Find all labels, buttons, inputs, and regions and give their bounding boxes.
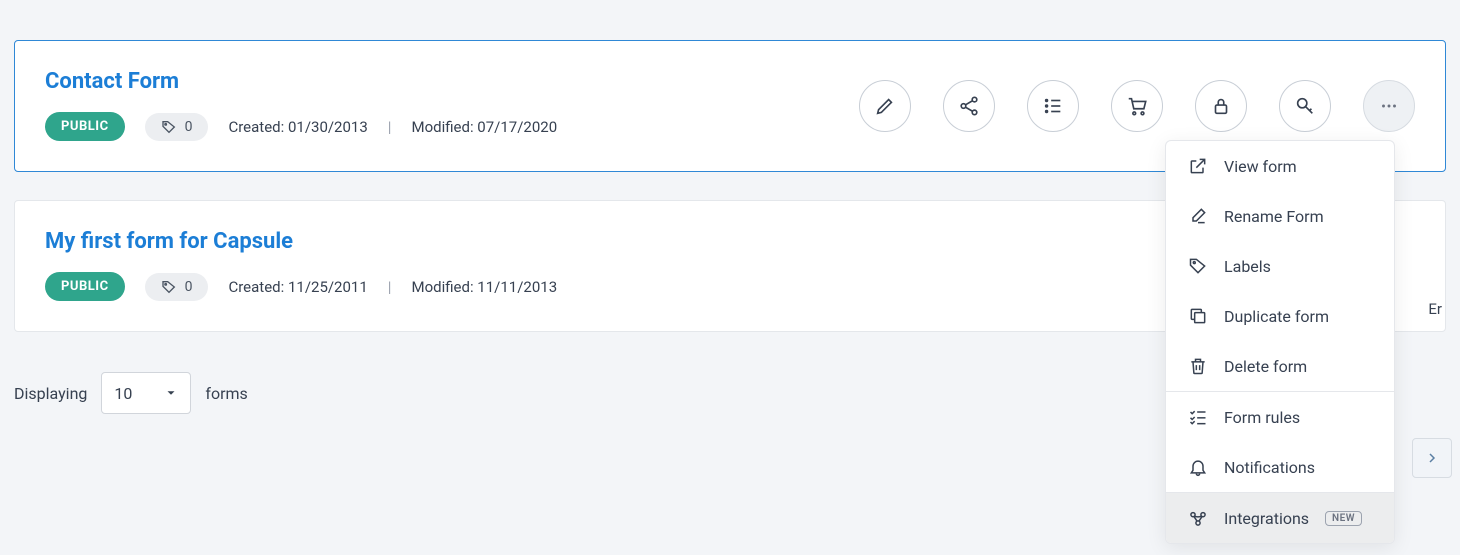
- new-badge: NEW: [1325, 511, 1362, 526]
- modified-date: Modified: 07/17/2020: [411, 118, 557, 136]
- payments-button[interactable]: [1111, 80, 1163, 132]
- external-link-icon: [1188, 156, 1208, 176]
- tag-count-badge[interactable]: 0: [145, 113, 209, 141]
- status-badge: PUBLIC: [45, 112, 125, 141]
- menu-label: Notifications: [1224, 458, 1315, 477]
- menu-label: View form: [1224, 157, 1297, 176]
- security-button[interactable]: [1195, 80, 1247, 132]
- modified-date: Modified: 11/11/2013: [411, 278, 557, 296]
- page-size-select[interactable]: 10: [101, 372, 191, 414]
- edit-icon: [1188, 206, 1208, 226]
- menu-duplicate[interactable]: Duplicate form: [1166, 291, 1394, 341]
- share-button[interactable]: [943, 80, 995, 132]
- more-menu: View form Rename Form Labels Duplicate f…: [1165, 140, 1395, 544]
- list-icon: [1042, 95, 1064, 117]
- duplicate-icon: [1188, 306, 1208, 326]
- menu-integrations[interactable]: Integrations NEW: [1166, 493, 1394, 543]
- status-badge: PUBLIC: [45, 272, 125, 301]
- tag-icon: [161, 119, 177, 135]
- share-icon: [958, 95, 980, 117]
- menu-notifications[interactable]: Notifications: [1166, 442, 1394, 492]
- lock-icon: [1210, 95, 1232, 117]
- page-size-value: 10: [114, 384, 132, 403]
- menu-label: Integrations: [1224, 509, 1309, 528]
- menu-view-form[interactable]: View form: [1166, 141, 1394, 191]
- more-icon: [1378, 95, 1400, 117]
- created-date: Created: 01/30/2013: [228, 118, 367, 136]
- menu-label: Duplicate form: [1224, 307, 1329, 326]
- integrations-icon: [1188, 508, 1208, 528]
- checklist-icon: [1188, 407, 1208, 427]
- edit-button[interactable]: [859, 80, 911, 132]
- menu-delete[interactable]: Delete form: [1166, 341, 1394, 391]
- key-icon: [1294, 95, 1316, 117]
- trash-icon: [1188, 356, 1208, 376]
- menu-label: Form rules: [1224, 408, 1300, 427]
- caret-down-icon: [164, 386, 178, 400]
- tag-count: 0: [185, 279, 193, 295]
- search-button[interactable]: [1279, 80, 1331, 132]
- displaying-label: Displaying: [14, 384, 87, 403]
- forms-label: forms: [205, 384, 247, 403]
- menu-label: Rename Form: [1224, 207, 1324, 226]
- menu-labels[interactable]: Labels: [1166, 241, 1394, 291]
- truncated-text: Er: [1428, 300, 1442, 318]
- entries-button[interactable]: [1027, 80, 1079, 132]
- more-button[interactable]: [1363, 80, 1415, 132]
- meta-divider: |: [388, 118, 392, 136]
- bell-icon: [1188, 457, 1208, 477]
- menu-form-rules[interactable]: Form rules: [1166, 392, 1394, 442]
- tag-count-badge[interactable]: 0: [145, 273, 209, 301]
- meta-divider: |: [388, 278, 392, 296]
- menu-label: Labels: [1224, 257, 1271, 276]
- tag-count: 0: [185, 119, 193, 135]
- tag-icon: [161, 279, 177, 295]
- tag-icon: [1188, 256, 1208, 276]
- cart-icon: [1126, 95, 1148, 117]
- pencil-icon: [874, 95, 896, 117]
- next-page-button[interactable]: [1412, 438, 1452, 478]
- menu-label: Delete form: [1224, 357, 1307, 376]
- menu-rename-form[interactable]: Rename Form: [1166, 191, 1394, 241]
- created-date: Created: 11/25/2011: [228, 278, 367, 296]
- form-actions: [859, 80, 1415, 132]
- chevron-right-icon: [1424, 450, 1440, 466]
